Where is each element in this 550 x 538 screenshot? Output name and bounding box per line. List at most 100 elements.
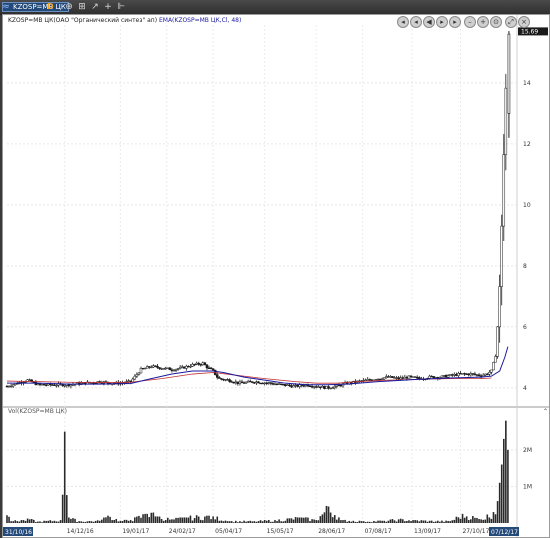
candle-body [319,386,322,388]
volume-bar [57,521,60,523]
volume-bar [181,517,184,523]
candle-body [448,374,452,376]
candle-body [271,383,275,385]
candle-body [409,375,413,377]
volume-bar [465,516,468,523]
volume-bar [399,518,402,523]
volume-bar [88,521,91,523]
time-tick-label: 15/05/17 [267,528,294,535]
fullscreen-icon[interactable]: ⤢ [505,16,517,28]
volume-bar [500,464,503,523]
scroll-left-icon[interactable]: ◂ [410,16,422,28]
volume-bar [171,519,173,523]
candle-body [483,373,487,376]
volume-bar [408,520,410,523]
scroll-left-fast-icon[interactable]: ◀ [423,16,435,28]
scroll-right-icon[interactable]: ▸ [436,16,448,28]
volume-bar [84,521,87,523]
volume-bar [175,517,177,523]
volume-bar [144,513,146,523]
candle-body [253,382,256,384]
volume-bar [385,521,388,523]
zoom-out-icon[interactable]: – [464,16,476,28]
candle-body [323,385,326,389]
volume-bar [134,517,136,523]
scroll-start-icon[interactable]: ◂ [397,16,409,28]
volume-bar [377,520,379,523]
candle-body [244,381,248,384]
volume-bar [173,519,175,523]
time-tick-label: 07/08/17 [365,528,392,535]
close-chart-icon[interactable]: × [518,16,530,28]
candle-body [298,384,301,387]
volume-bar [276,521,278,523]
volume-bar [245,521,247,523]
zoom-fit-icon[interactable]: ⊙ [490,16,502,28]
candle-body [187,365,190,368]
candle-body [174,368,178,371]
volume-bar [331,517,334,523]
volume-bar [218,520,221,523]
zoom-in-icon[interactable]: + [477,16,489,28]
draw-line-icon[interactable]: ↗ [90,2,100,12]
candle-body [428,375,431,379]
last-price-label: 15.69 [521,28,538,35]
volume-bar [222,521,225,523]
volume-bar [336,519,338,523]
candle-body [335,384,339,387]
volume-bar [103,517,105,523]
candle-body [63,385,66,387]
app-window: ≈ KZOSP=MB ЦК D ⊕ ⊞ ↗ + ⊩ 14 12 10 8 6 4 2M 1M 1… [0,0,550,538]
candle-body [488,372,491,375]
volume-bar [179,517,181,523]
scroll-end-icon[interactable]: ▸ [449,16,461,28]
candle-body [238,381,242,384]
candle-body [251,381,254,383]
candle-body [5,385,9,388]
volume-bar [148,517,151,523]
volume-bar [14,520,17,523]
volume-bar [24,520,27,523]
chart-area[interactable]: 14 12 10 8 6 4 2M 1M 14/12/16 19/01/17 24/02/17 05/… [2,14,550,538]
volume-bar [307,517,309,523]
candle-body [207,367,211,369]
candle-body [479,375,483,377]
start-date-label: 31/10/16 [5,529,32,536]
volume-bar [259,520,262,523]
volume-bar [476,517,478,523]
candle-body [248,380,252,383]
volume-bar [267,519,270,523]
time-tick-label: 28/06/17 [318,528,345,535]
zoom-icon[interactable]: ⊕ [64,2,74,12]
crosshair-icon[interactable]: + [103,2,113,12]
volume-bar [371,522,373,523]
volume-bar [470,519,472,523]
candle-body [453,374,456,376]
indicator-icon[interactable]: ⊩ [116,2,126,12]
candle-body [228,379,231,382]
candle-body [143,367,147,370]
volume-bar [185,517,188,523]
price-tick-label: 14 [523,80,531,87]
candle-body [507,33,511,114]
ticker-selector[interactable]: ≈ KZOSP=MB ЦК [2,2,69,12]
volume-bar [35,521,37,523]
candle-body [265,382,268,384]
volume-bar [28,519,31,523]
volume-bar [146,513,148,523]
volume-bar [451,520,454,523]
candle-body [405,376,409,379]
candle-body [279,383,283,385]
candle-body [232,382,235,384]
volume-bar [197,516,200,523]
chart-type-icon[interactable]: ⊞ [77,2,87,12]
candle-body [504,87,508,155]
candle-body [176,368,180,370]
candle-body [475,374,479,376]
volume-bar [94,520,97,523]
volume-bar [391,519,394,523]
volume-bar [416,520,419,523]
period-label[interactable]: D [47,2,54,12]
candle-body [36,383,40,386]
candle-body [168,367,172,371]
